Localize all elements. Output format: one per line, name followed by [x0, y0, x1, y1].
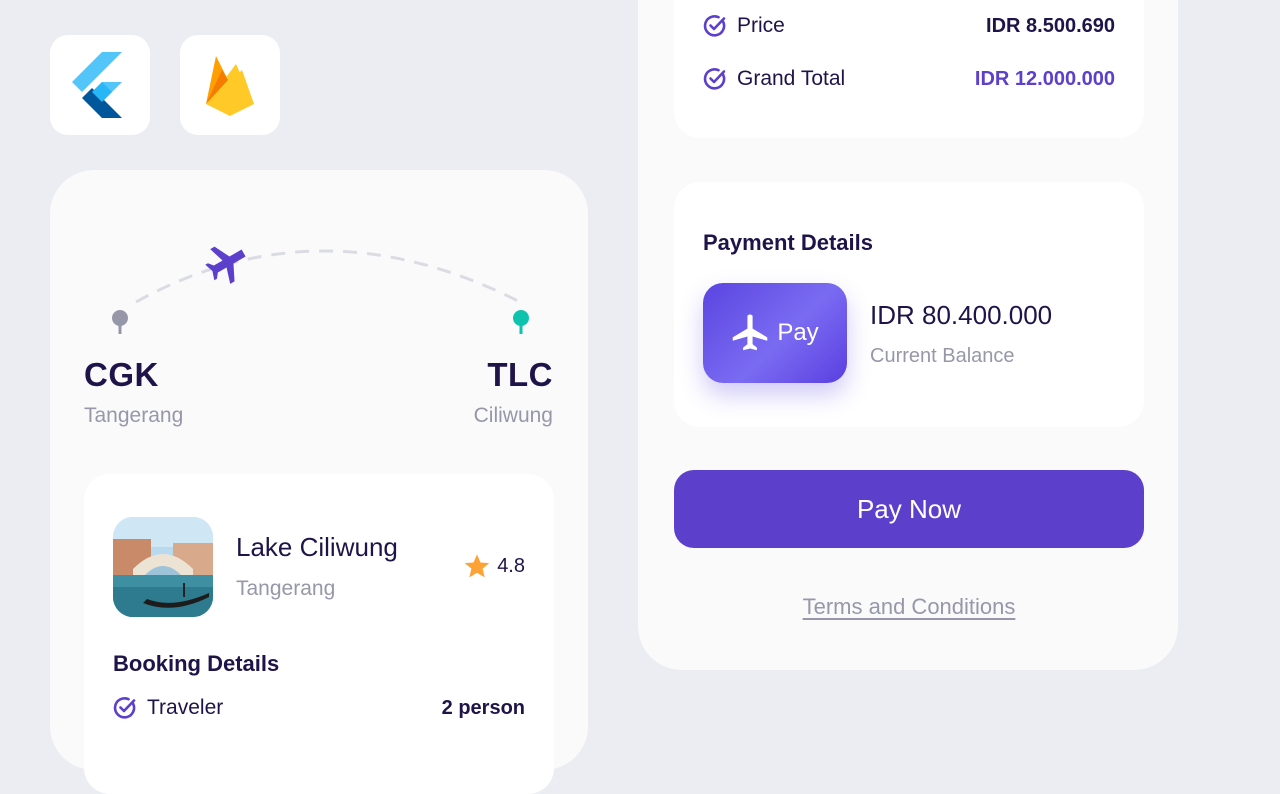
- plane-icon: [733, 314, 768, 351]
- check-circle-icon: [703, 68, 726, 90]
- destination-name: Lake Ciliwung: [236, 532, 398, 562]
- flutter-logo-tile: [50, 35, 150, 135]
- origin-city: Tangerang: [84, 404, 184, 427]
- summary-row-grand-total: Grand Total IDR 12.000.000: [703, 67, 1115, 91]
- star-icon: [464, 554, 490, 578]
- terms-link[interactable]: Terms and Conditions: [674, 594, 1144, 620]
- destination-card[interactable]: Lake Ciliwung Tangerang 4.8 Booking Deta…: [84, 474, 554, 794]
- destination-code: TLC: [487, 356, 553, 393]
- payment-method-tile[interactable]: Pay: [703, 283, 847, 383]
- payment-details-title: Payment Details: [703, 230, 873, 255]
- booking-details-title: Booking Details: [113, 651, 280, 676]
- destination-photo: [113, 517, 213, 617]
- grand-total-label: Grand Total: [737, 67, 846, 90]
- grand-total-value: IDR 12.000.000: [974, 67, 1115, 90]
- plane-icon: [205, 246, 246, 284]
- balance-amount: IDR 80.400.000: [870, 300, 1053, 330]
- price-label: Price: [737, 14, 785, 37]
- destination-city: Ciliwung: [473, 404, 553, 427]
- firebase-logo-tile: [180, 35, 280, 135]
- check-circle-icon: [113, 697, 136, 719]
- price-summary-card: Price IDR 8.500.690 Grand Total IDR 12.0…: [674, 0, 1144, 138]
- destination-pin-icon: [513, 310, 529, 334]
- payment-details-card: Payment Details Pay IDR 80.400.000 Curre…: [674, 182, 1144, 427]
- pay-now-button[interactable]: Pay Now: [674, 470, 1144, 548]
- balance-label: Current Balance: [870, 345, 1015, 367]
- payment-method-label: Pay: [777, 319, 819, 346]
- check-circle-icon: [703, 15, 726, 37]
- firebase-logo-icon: [206, 56, 254, 116]
- booking-row-value: 2 person: [441, 696, 525, 719]
- booking-row-traveler: Traveler 2 person: [113, 696, 525, 720]
- flight-detail-card: CGK Tangerang TLC Ciliwung Lake Ciliwung…: [50, 170, 588, 794]
- price-value: IDR 8.500.690: [986, 14, 1115, 37]
- rating-value: 4.8: [497, 554, 525, 577]
- booking-row-label: Traveler: [147, 696, 224, 719]
- destination-city-label: Tangerang: [236, 577, 336, 600]
- destination-rating: 4.8: [463, 552, 525, 580]
- route-path-graphic: [112, 246, 529, 334]
- checkout-card: Price IDR 8.500.690 Grand Total IDR 12.0…: [638, 0, 1178, 670]
- origin-code: CGK: [84, 356, 159, 393]
- summary-row-price: Price IDR 8.500.690: [703, 14, 1115, 38]
- origin-pin-icon: [112, 310, 128, 334]
- flutter-logo-icon: [72, 52, 122, 118]
